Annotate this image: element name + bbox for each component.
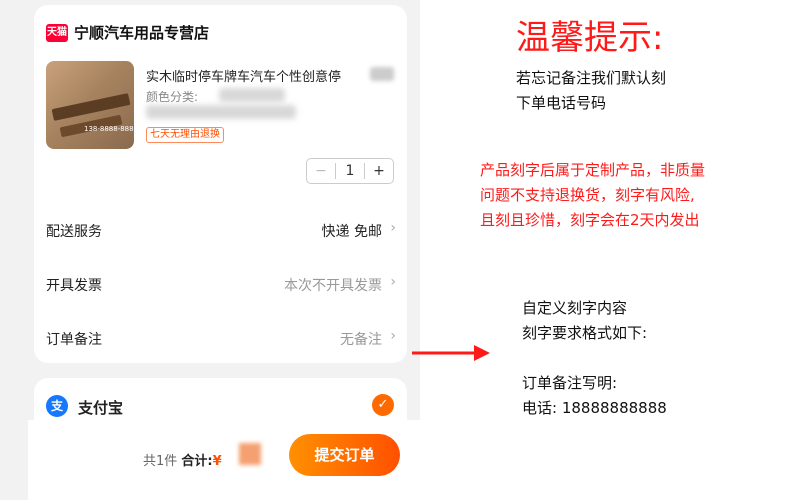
order-note-label: 订单备注	[46, 332, 102, 348]
quantity-minus-button[interactable]: −	[307, 163, 336, 179]
chevron-right-icon: ›	[390, 220, 396, 236]
product-title[interactable]: 实木临时停车牌车汽车个性创意停	[146, 66, 341, 85]
item-count: 共1件	[143, 454, 178, 469]
invoice-value: 本次不开具发票	[284, 278, 382, 294]
tip-title: 温馨提示:	[516, 18, 664, 58]
total-label: 合计:	[181, 454, 213, 469]
shop-header[interactable]: 天猫 宁顺汽车用品专营店	[46, 22, 209, 43]
invoice-row[interactable]: 开具发票 本次不开具发票 ›	[46, 274, 396, 295]
return-policy-tag: 七天无理由退换	[146, 127, 224, 143]
delivery-row[interactable]: 配送服务 快递 免邮 ›	[46, 220, 396, 241]
order-confirm-panel: 天猫 宁顺汽车用品专营店 138-8888-8888 实木临时停车牌车汽车个性创…	[0, 0, 420, 500]
payment-method-label: 支付宝	[78, 399, 124, 417]
submit-order-button[interactable]: 提交订单	[289, 434, 400, 476]
custom-text-line-1: 自定义刻字内容	[522, 299, 628, 317]
warning-line-1: 产品刻字后属于定制产品，非质量	[480, 161, 706, 179]
variant-redacted-2	[146, 105, 296, 119]
custom-text-line-3: 订单备注写明:	[522, 374, 618, 392]
invoice-label: 开具发票	[46, 278, 102, 294]
warning-line-2: 问题不支持退换货，刻字有风险,	[480, 186, 695, 204]
currency-symbol: ¥	[212, 454, 222, 469]
order-total: 共1件 合计:¥	[143, 450, 222, 469]
variant-redacted	[219, 88, 285, 102]
order-note-row[interactable]: 订单备注 无备注 ›	[46, 328, 396, 349]
thumbnail-phone-text: 138-8888-8888	[84, 125, 134, 133]
warning-line-3: 且刻且珍惜，刻字会在2天内发出	[480, 211, 700, 229]
tip-line-2: 下单电话号码	[516, 94, 607, 112]
tmall-badge-icon: 天猫	[46, 23, 68, 42]
selected-check-icon[interactable]: ✓	[372, 394, 394, 416]
shop-name: 宁顺汽车用品专营店	[74, 24, 210, 42]
delivery-value: 快递 免邮	[321, 224, 382, 240]
product-thumbnail[interactable]: 138-8888-8888	[46, 61, 134, 149]
custom-text-line-2: 刻字要求格式如下:	[522, 324, 648, 342]
product-variant-label: 颜色分类:	[146, 90, 199, 104]
custom-text-line-4: 电话: 18888888888	[522, 399, 667, 417]
tip-line-1: 若忘记备注我们默认刻	[516, 69, 667, 87]
chevron-right-icon: ›	[390, 274, 396, 290]
red-arrow-icon	[412, 345, 490, 361]
total-redacted	[239, 443, 261, 465]
shop-order-card: 天猫 宁顺汽车用品专营店 138-8888-8888 实木临时停车牌车汽车个性创…	[34, 5, 407, 363]
quantity-stepper[interactable]: − 1 +	[306, 158, 394, 184]
checkout-bar: 共1件 合计:¥ 提交订单	[28, 420, 420, 500]
order-note-value: 无备注	[340, 332, 382, 348]
alipay-icon: 支	[46, 395, 68, 417]
quantity-plus-button[interactable]: +	[364, 163, 393, 179]
price-redacted	[370, 67, 394, 81]
delivery-label: 配送服务	[46, 224, 102, 240]
chevron-right-icon: ›	[390, 328, 396, 344]
quantity-value[interactable]: 1	[336, 163, 364, 179]
